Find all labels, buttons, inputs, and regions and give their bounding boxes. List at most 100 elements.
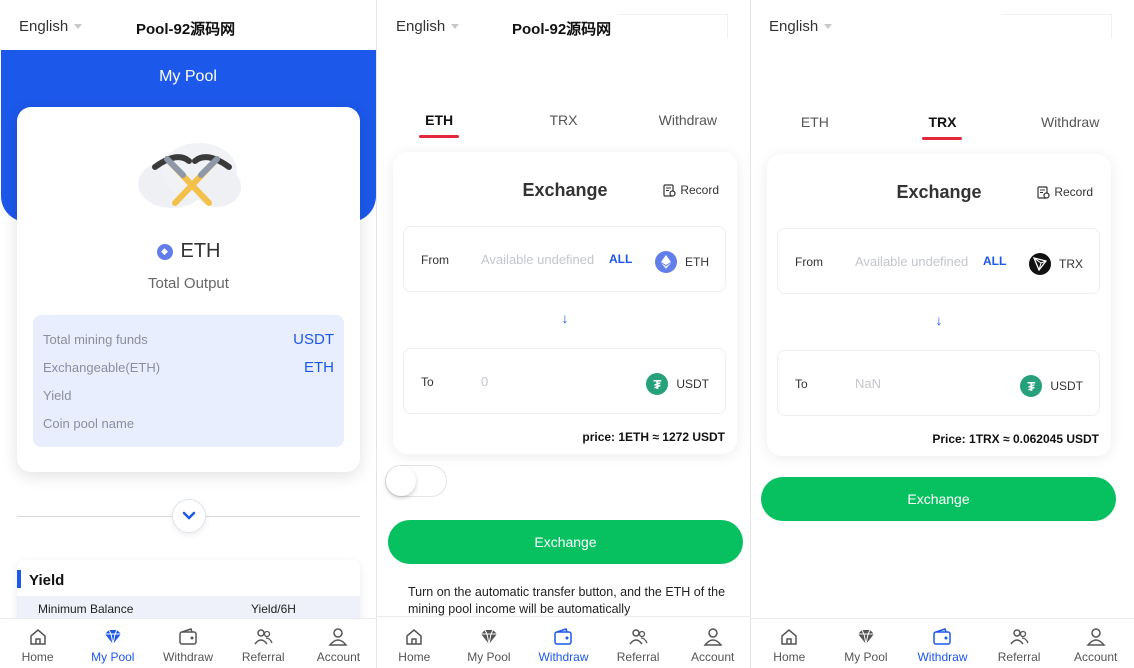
diamond-icon bbox=[480, 629, 497, 645]
exchange-button[interactable]: Exchange bbox=[761, 477, 1116, 521]
nav-label: Home bbox=[398, 650, 431, 664]
coin-name: ETH bbox=[180, 240, 221, 262]
all-button[interactable]: ALL bbox=[609, 252, 632, 266]
from-currency: ETH bbox=[655, 251, 709, 273]
header-placeholder bbox=[618, 14, 728, 38]
language-selector[interactable]: English bbox=[396, 18, 460, 35]
home-icon bbox=[406, 629, 423, 645]
bottom-nav: Home My Pool Withdraw Referral Account bbox=[377, 616, 750, 668]
stat-label: Coin pool name bbox=[43, 415, 135, 431]
exchange-card: Exchange Record From Available undefined… bbox=[393, 152, 737, 454]
language-label: English bbox=[769, 18, 819, 35]
stat-value: USDT bbox=[293, 330, 334, 348]
eth-icon: ◆ bbox=[156, 243, 173, 260]
nav-label: Referral bbox=[241, 650, 285, 664]
to-field: To 0 ₮ USDT bbox=[403, 348, 726, 414]
nav-home[interactable]: Home bbox=[0, 619, 75, 668]
nav-referral[interactable]: Referral bbox=[601, 617, 676, 668]
tab-withdraw[interactable]: Withdraw bbox=[643, 112, 733, 138]
wallet-icon bbox=[179, 628, 197, 645]
price-text: price: 1ETH ≈ 1272 USDT bbox=[582, 430, 725, 444]
diamond-icon bbox=[104, 629, 121, 645]
tab-eth[interactable]: ETH bbox=[394, 112, 484, 138]
nav-label: Withdraw bbox=[538, 650, 589, 664]
record-button[interactable]: Record bbox=[1037, 185, 1093, 199]
nav-label: Withdraw bbox=[917, 650, 968, 664]
stat-row: Coin pool name bbox=[43, 409, 334, 437]
column-header: Minimum Balance bbox=[38, 602, 134, 616]
nav-label: Referral bbox=[616, 650, 660, 664]
user-icon bbox=[1086, 628, 1106, 646]
nav-label: Account bbox=[690, 650, 735, 664]
to-amount-value: 0 bbox=[481, 374, 489, 389]
language-label: English bbox=[396, 18, 446, 35]
to-amount-value: NaN bbox=[855, 376, 882, 391]
to-symbol: USDT bbox=[1050, 379, 1083, 393]
wallet-icon bbox=[554, 628, 573, 645]
to-currency: ₮ USDT bbox=[646, 373, 709, 395]
from-symbol: ETH bbox=[685, 255, 709, 269]
stat-row: Exchangeable(ETH) ETH bbox=[43, 353, 334, 381]
nav-my-pool[interactable]: My Pool bbox=[452, 617, 527, 668]
all-button[interactable]: ALL bbox=[983, 254, 1006, 268]
nav-account[interactable]: Account bbox=[675, 617, 750, 668]
home-icon bbox=[781, 629, 798, 645]
to-currency: ₮ USDT bbox=[1020, 375, 1083, 397]
from-amount-input[interactable]: Available undefined bbox=[855, 254, 977, 269]
exchange-eth-screen: English Pool-92源码网 ETH TRX Withdraw Exch… bbox=[377, 0, 751, 668]
nav-my-pool[interactable]: My Pool bbox=[75, 619, 150, 668]
eth-icon bbox=[655, 251, 677, 273]
stat-label: Total mining funds bbox=[43, 331, 148, 347]
tab-trx[interactable]: TRX bbox=[518, 112, 608, 138]
nav-label: Account bbox=[1073, 650, 1118, 664]
chevron-down-icon bbox=[824, 24, 833, 29]
arrow-down-icon: ↓ bbox=[935, 312, 943, 328]
nav-withdraw[interactable]: Withdraw bbox=[904, 619, 981, 668]
tab-eth[interactable]: ETH bbox=[770, 114, 860, 140]
from-currency: TRX bbox=[1029, 253, 1083, 275]
from-amount-input[interactable]: Available undefined bbox=[481, 252, 603, 267]
nav-label: My Pool bbox=[467, 650, 511, 664]
expand-button[interactable] bbox=[172, 499, 206, 533]
record-label: Record bbox=[1054, 185, 1093, 199]
nav-withdraw[interactable]: Withdraw bbox=[150, 619, 225, 668]
nav-account[interactable]: Account bbox=[301, 619, 376, 668]
language-selector-visible[interactable]: English bbox=[19, 18, 83, 35]
nav-label: Home bbox=[21, 650, 54, 664]
language-label-visible: English bbox=[19, 18, 69, 35]
nav-referral[interactable]: Referral bbox=[981, 619, 1058, 668]
exchange-button[interactable]: Exchange bbox=[388, 520, 743, 564]
column-header: Yield/6H bbox=[251, 602, 296, 616]
bottom-nav: Home My Pool Withdraw Referral Account bbox=[751, 618, 1134, 668]
nav-my-pool[interactable]: My Pool bbox=[828, 619, 905, 668]
user-icon bbox=[703, 628, 723, 646]
nav-label: Withdraw bbox=[163, 650, 214, 664]
nav-label: My Pool bbox=[844, 650, 888, 664]
stat-label: Yield bbox=[43, 387, 72, 403]
user-icon bbox=[328, 628, 348, 646]
nav-home[interactable]: Home bbox=[751, 619, 828, 668]
home-icon bbox=[29, 629, 46, 645]
users-icon bbox=[1010, 629, 1029, 645]
nav-withdraw[interactable]: Withdraw bbox=[526, 617, 601, 668]
tab-bar: ETH TRX Withdraw bbox=[751, 114, 1134, 140]
tab-withdraw[interactable]: Withdraw bbox=[1025, 114, 1115, 140]
nav-label: Account bbox=[316, 650, 361, 664]
tab-trx[interactable]: TRX bbox=[897, 114, 987, 140]
nav-home[interactable]: Home bbox=[377, 617, 452, 668]
record-button[interactable]: Record bbox=[663, 183, 719, 197]
header-placeholder bbox=[1002, 14, 1112, 38]
total-output-label: Total Output bbox=[148, 275, 229, 292]
nav-label: My Pool bbox=[91, 650, 135, 664]
to-label: To bbox=[421, 375, 434, 389]
from-symbol: TRX bbox=[1059, 257, 1083, 271]
language-selector[interactable]: English bbox=[769, 18, 833, 35]
from-field: From Available undefined ALL TRX bbox=[777, 228, 1100, 294]
nav-account[interactable]: Account bbox=[1057, 619, 1134, 668]
nav-referral[interactable]: Referral bbox=[226, 619, 301, 668]
chevron-down-icon bbox=[451, 24, 460, 29]
brand-title: Pool-92源码网 bbox=[136, 21, 236, 38]
price-text: Price: 1TRX ≈ 0.062045 USDT bbox=[932, 432, 1099, 446]
stat-value: ETH bbox=[304, 358, 334, 376]
auto-transfer-toggle[interactable] bbox=[385, 465, 447, 497]
